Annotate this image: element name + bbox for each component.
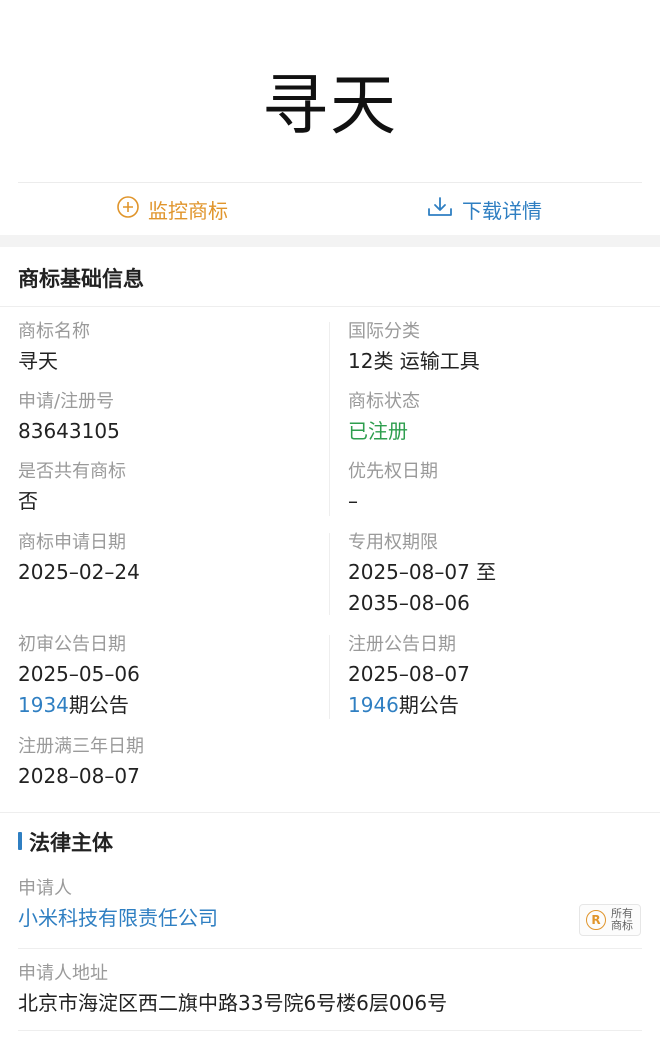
field-applicant: 申请人 小米科技有限责任公司 [18, 875, 218, 934]
legal-entity-title: 法律主体 [29, 831, 113, 855]
field-value: 12类 运输工具 [348, 349, 480, 373]
column-divider [329, 533, 330, 615]
field-shared-trademark: 是否共有商标 否 [18, 458, 126, 517]
monitor-trademark-label: 监控商标 [148, 198, 228, 223]
field-value: 寻天 [18, 349, 58, 373]
field-international-class: 国际分类 12类 运输工具 [348, 318, 480, 377]
field-value-end: 2035–08–06 [348, 591, 470, 615]
field-value: 2028–08–07 [18, 764, 140, 788]
all-trademarks-button[interactable]: R 所有 商标 [579, 904, 641, 936]
plus-circle-icon [116, 195, 148, 224]
registered-icon: R [586, 910, 606, 930]
divider [0, 306, 660, 307]
field-applicant-address: 申请人地址 北京市海淀区西二旗中路33号院6号楼6层006号 [18, 960, 447, 1019]
field-label: 初审公告日期 [18, 634, 126, 655]
field-priority-date: 优先权日期 – [348, 458, 438, 517]
status-badge: 已注册 [348, 419, 408, 443]
issue-number-link[interactable]: 1934 [18, 693, 69, 717]
all-trademarks-label: 所有 商标 [610, 908, 634, 932]
field-value: 北京市海淀区西二旗中路33号院6号楼6层006号 [18, 991, 448, 1015]
divider [18, 948, 642, 949]
issue-suffix: 期公告 [68, 693, 129, 717]
field-label: 是否共有商标 [18, 461, 126, 482]
column-divider [329, 635, 330, 719]
field-label: 申请人 [18, 878, 72, 899]
badge-line: 商标 [611, 919, 633, 932]
field-value: 2025–05–06 [18, 662, 140, 686]
field-registration-number: 申请/注册号 83643105 [18, 388, 120, 447]
field-application-date: 商标申请日期 2025–02–24 [18, 529, 140, 588]
field-label: 申请人地址 [18, 963, 108, 984]
field-label: 注册满三年日期 [18, 736, 144, 757]
section-gap [0, 235, 660, 247]
field-label: 商标申请日期 [18, 532, 126, 553]
announcement-issue: 1934期公告 [18, 690, 140, 721]
field-value: – [348, 489, 358, 513]
basic-info-title: 商标基础信息 [18, 267, 144, 291]
field-label: 国际分类 [348, 321, 420, 342]
download-details-label: 下载详情 [462, 198, 542, 223]
field-preliminary-announcement: 初审公告日期 2025–05–06 1934期公告 [18, 631, 140, 721]
column-divider [329, 322, 330, 516]
download-icon [426, 195, 462, 224]
field-trademark-name: 商标名称 寻天 [18, 318, 90, 377]
field-value-start: 2025–08–07 至 [348, 560, 497, 584]
field-exclusive-right-period: 专用权期限 2025–08–07 至 2035–08–06 [348, 529, 496, 619]
divider [0, 812, 660, 813]
issue-number-link[interactable]: 1946 [348, 693, 399, 717]
field-label: 专用权期限 [348, 532, 438, 553]
field-value: 否 [18, 489, 38, 513]
field-value: 2025–08–07 [348, 662, 470, 686]
section-marker [18, 832, 22, 850]
action-bar: 监控商标 下载详情 [0, 183, 660, 235]
field-label: 优先权日期 [348, 461, 438, 482]
field-label: 商标状态 [348, 391, 420, 412]
field-label: 商标名称 [18, 321, 90, 342]
field-three-year-date: 注册满三年日期 2028–08–07 [18, 733, 144, 792]
field-registration-announcement: 注册公告日期 2025–08–07 1946期公告 [348, 631, 470, 721]
field-label: 申请/注册号 [18, 391, 115, 412]
field-value: 83643105 [18, 419, 120, 443]
trademark-header: 寻天 [0, 0, 660, 182]
field-label: 注册公告日期 [348, 634, 456, 655]
issue-suffix: 期公告 [398, 693, 459, 717]
field-trademark-status: 商标状态 已注册 [348, 388, 420, 447]
applicant-link[interactable]: 小米科技有限责任公司 [18, 903, 218, 934]
announcement-issue: 1946期公告 [348, 690, 470, 721]
download-details-button[interactable]: 下载详情 [426, 193, 542, 225]
trademark-name-display: 寻天 [262, 67, 398, 144]
divider [18, 1030, 642, 1031]
monitor-trademark-button[interactable]: 监控商标 [116, 193, 228, 225]
field-value: 2025–02–24 [18, 560, 140, 584]
